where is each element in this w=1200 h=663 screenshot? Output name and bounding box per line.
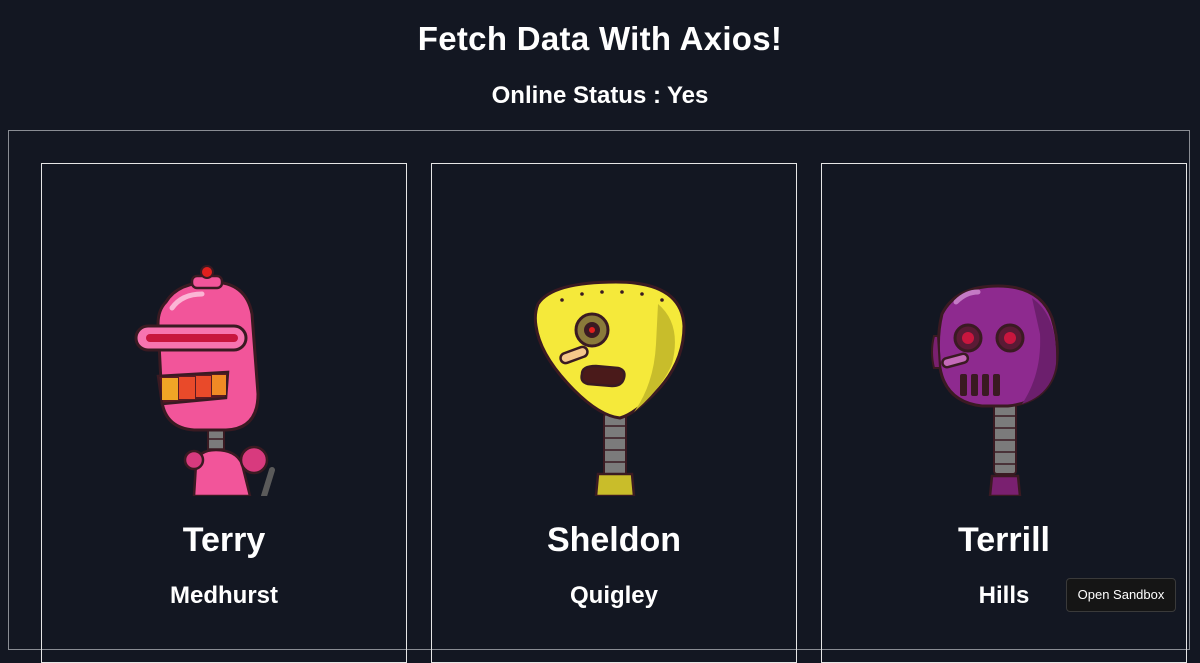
user-last-name: Quigley <box>569 582 659 609</box>
online-status-label: Online Status : <box>491 82 661 109</box>
open-sandbox-button[interactable]: Open Sandbox <box>1066 578 1176 612</box>
user-first-name: Terry <box>182 521 266 559</box>
pink-robot-icon <box>134 265 275 496</box>
online-status-value: Yes <box>666 82 709 109</box>
user-card: Sheldon Quigley <box>431 163 797 663</box>
user-card-list: Terry Medhurst Sheldon Quigley Terrill H… <box>8 130 1190 663</box>
online-status: Online Status : Yes <box>0 82 1200 110</box>
user-last-name: Medhurst <box>170 582 278 609</box>
page-title: Fetch Data With Axios! <box>417 20 783 57</box>
user-first-name: Sheldon <box>546 521 682 559</box>
yellow-robot-icon <box>533 280 686 496</box>
user-card: Terry Medhurst <box>41 163 407 663</box>
user-first-name: Terrill <box>958 521 1050 559</box>
purple-robot-icon <box>931 284 1059 496</box>
